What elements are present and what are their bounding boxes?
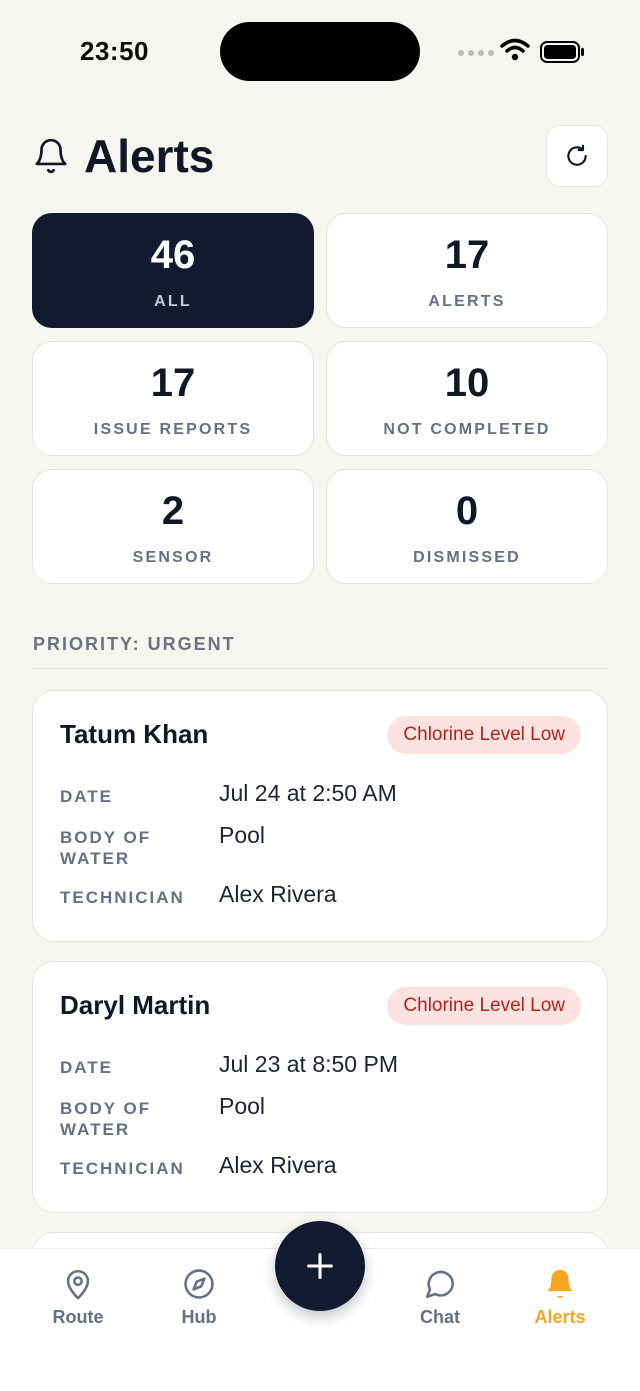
stat-card-sensor[interactable]: 2 SENSOR — [32, 469, 314, 584]
alert-type-badge: Chlorine Level Low — [387, 716, 581, 754]
signal-dots-icon — [458, 50, 494, 56]
technician-value: Alex Rivera — [219, 881, 337, 907]
stat-value: 46 — [150, 232, 196, 277]
stat-card-dismissed[interactable]: 0 DISMISSED — [326, 469, 608, 584]
bell-icon — [35, 138, 67, 174]
body-of-water-value: Pool — [219, 822, 266, 848]
stat-label: ISSUE REPORTS — [93, 420, 253, 438]
stat-value: 2 — [161, 488, 185, 533]
stat-value: 17 — [444, 232, 490, 277]
technician-label: TECHNICIAN — [60, 1159, 185, 1178]
plus-icon — [307, 1253, 333, 1279]
page-header: Alerts — [32, 125, 608, 189]
tab-label: Route — [52, 1307, 104, 1327]
status-bar: 23:50 — [0, 0, 640, 100]
alert-card[interactable]: Daryl Martin Chlorine Level Low DATE Jul… — [32, 961, 608, 1213]
client-name: Tatum Khan — [60, 719, 209, 749]
tab-label: Alerts — [534, 1307, 586, 1327]
stat-value: 10 — [444, 360, 490, 405]
tab-alerts[interactable]: Alerts — [500, 1267, 620, 1328]
status-time: 23:50 — [80, 36, 149, 66]
tab-label: Hub — [181, 1307, 217, 1327]
stat-card-not-completed[interactable]: 10 NOT COMPLETED — [326, 341, 608, 456]
date-label: DATE — [60, 787, 114, 806]
date-label: DATE — [60, 1058, 114, 1077]
tab-label: Chat — [420, 1307, 460, 1327]
stat-label: ALL — [154, 292, 192, 310]
stat-value: 0 — [455, 488, 479, 533]
tab-hub[interactable]: Hub — [139, 1267, 259, 1328]
technician-label: TECHNICIAN — [60, 888, 185, 907]
add-button[interactable] — [275, 1221, 365, 1311]
dynamic-island — [220, 22, 420, 81]
date-value: Jul 24 at 2:50 AM — [219, 780, 397, 806]
stat-label: NOT COMPLETED — [383, 420, 551, 438]
section-divider — [32, 668, 608, 669]
status-icons — [458, 38, 588, 66]
stat-card-issue-reports[interactable]: 17 ISSUE REPORTS — [32, 341, 314, 456]
stats-filter-grid: 46 ALL 17 ALERTS 17 ISSUE REPORTS 10 NOT… — [32, 213, 608, 584]
technician-value: Alex Rivera — [219, 1152, 337, 1178]
stat-card-all[interactable]: 46 ALL — [32, 213, 314, 328]
body-of-water-label: BODY OF WATER — [60, 1099, 152, 1139]
stat-value: 17 — [150, 360, 196, 405]
tab-chat[interactable]: Chat — [380, 1267, 500, 1328]
body-of-water-value: Pool — [219, 1093, 266, 1119]
chat-bubble-icon — [425, 1270, 455, 1299]
refresh-button[interactable] — [546, 125, 608, 187]
alert-type-badge: Chlorine Level Low — [387, 987, 581, 1025]
stat-card-alerts[interactable]: 17 ALERTS — [326, 213, 608, 328]
refresh-icon — [567, 144, 587, 166]
bell-icon — [547, 1269, 573, 1298]
compass-icon — [184, 1269, 214, 1299]
body-of-water-label: BODY OF WATER — [60, 828, 152, 868]
section-title: PRIORITY: URGENT — [33, 634, 236, 654]
page-title: Alerts — [84, 130, 215, 182]
wifi-icon — [500, 38, 530, 61]
battery-icon — [540, 41, 584, 63]
date-value: Jul 23 at 8:50 PM — [219, 1051, 398, 1077]
stat-label: SENSOR — [132, 548, 214, 566]
map-pin-icon — [66, 1269, 90, 1300]
stat-label: ALERTS — [428, 292, 506, 310]
tab-route[interactable]: Route — [18, 1267, 138, 1328]
stat-label: DISMISSED — [413, 548, 521, 566]
alert-card[interactable]: Tatum Khan Chlorine Level Low DATE Jul 2… — [32, 690, 608, 942]
client-name: Daryl Martin — [60, 990, 211, 1020]
